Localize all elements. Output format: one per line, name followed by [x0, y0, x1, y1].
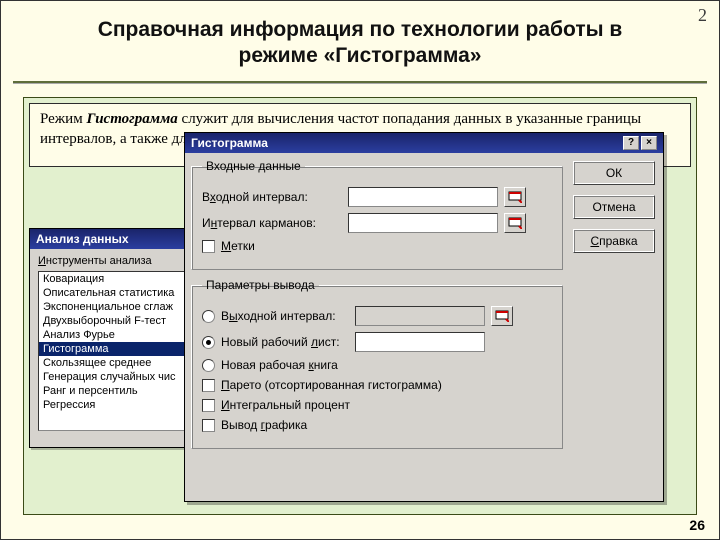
t: арето (отсортированная гистограмма)	[230, 378, 442, 392]
t: правка	[599, 234, 637, 248]
group-output-params: Параметры вывода Выходной интервал: Новы…	[191, 278, 563, 449]
dialog-title: Гистограмма	[191, 136, 268, 150]
t: одной интервал:	[216, 190, 308, 204]
accel: И	[221, 398, 230, 412]
help-icon[interactable]: ?	[623, 136, 639, 150]
t: тервал карманов:	[217, 216, 316, 230]
bin-range-label: Интервал карманов:	[202, 216, 342, 230]
dialog-titlebar[interactable]: Гистограмма ? ×	[185, 133, 663, 153]
group-input-data: Входные данные Входной интервал: Интерва…	[191, 159, 563, 270]
accel: М	[221, 239, 231, 253]
t: Вывод	[221, 418, 261, 432]
content-panel: Режим Гистограмма служит для вычисления …	[23, 97, 697, 515]
t: И	[202, 216, 211, 230]
t: етки	[231, 239, 255, 253]
intro-highlight: Гистограмма	[86, 111, 177, 127]
accel: л	[311, 335, 318, 349]
accel: П	[221, 378, 230, 392]
output-range-radio[interactable]	[202, 310, 215, 323]
t: ист:	[318, 335, 340, 349]
dialog-histogram: Гистограмма ? × Входные данные Входной и…	[184, 132, 664, 502]
title-line-1: Справочная информация по технологии рабо…	[98, 18, 623, 41]
output-range-label: Выходной интервал:	[221, 309, 349, 323]
t: нига	[314, 358, 338, 372]
input-range-field[interactable]	[348, 187, 498, 207]
group-legend: Параметры вывода	[202, 278, 319, 292]
label-accel: И	[38, 255, 46, 267]
new-worksheet-radio[interactable]	[202, 336, 215, 349]
t: ходной интервал:	[238, 309, 336, 323]
new-workbook-radio[interactable]	[202, 359, 215, 372]
new-worksheet-label: Новый рабочий лист:	[221, 335, 349, 349]
help-button[interactable]: Справка	[573, 229, 655, 253]
ok-button[interactable]: ОК	[573, 161, 655, 185]
labels-checkbox[interactable]	[202, 240, 215, 253]
accel: С	[590, 234, 599, 248]
range-picker-icon[interactable]	[491, 306, 513, 326]
page-title: Справочная информация по технологии рабо…	[1, 17, 719, 70]
chart-output-label: Вывод графика	[221, 418, 307, 432]
t: Новый рабочий	[221, 335, 311, 349]
pareto-label: Парето (отсортированная гистограмма)	[221, 378, 442, 392]
t: В	[221, 309, 229, 323]
output-range-field[interactable]	[355, 306, 485, 326]
t: рафика	[265, 418, 307, 432]
t: В	[202, 190, 210, 204]
chart-output-checkbox[interactable]	[202, 419, 215, 432]
intro-frag: Режим	[40, 111, 86, 127]
range-picker-icon[interactable]	[504, 187, 526, 207]
cumulative-checkbox[interactable]	[202, 399, 215, 412]
range-picker-icon[interactable]	[504, 213, 526, 233]
accel: ы	[229, 309, 238, 323]
label-text: нструменты анализа	[46, 255, 152, 267]
close-icon[interactable]: ×	[641, 136, 657, 150]
labels-checkbox-label: Метки	[221, 239, 255, 253]
pareto-checkbox[interactable]	[202, 379, 215, 392]
page-number: 26	[689, 517, 705, 533]
new-worksheet-field[interactable]	[355, 332, 485, 352]
t: нтегральный процент	[230, 398, 350, 412]
radio-dot	[206, 340, 211, 345]
dialog-title: Анализ данных	[36, 232, 129, 246]
new-workbook-label: Новая рабочая книга	[221, 358, 338, 372]
cumulative-label: Интегральный процент	[221, 398, 350, 412]
title-separator	[13, 81, 707, 84]
title-line-2: режиме «Гистограмма»	[239, 44, 482, 67]
group-legend: Входные данные	[202, 159, 305, 173]
cancel-button[interactable]: Отмена	[573, 195, 655, 219]
t: Новая рабочая	[221, 358, 308, 372]
bin-range-field[interactable]	[348, 213, 498, 233]
input-range-label: Входной интервал:	[202, 190, 342, 204]
